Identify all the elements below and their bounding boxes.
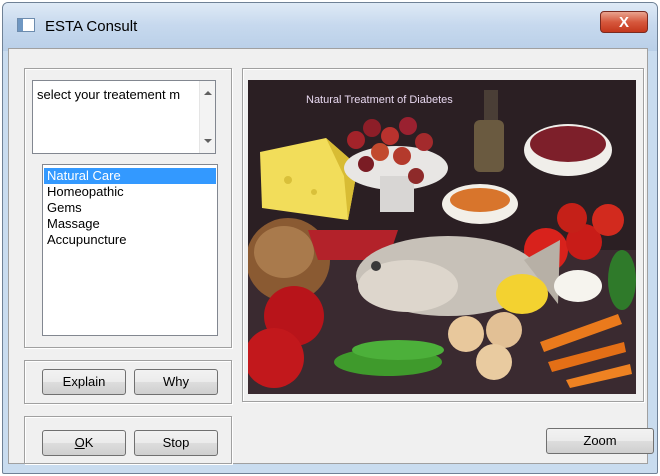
- prompt-text: select your treatement m: [37, 87, 181, 102]
- list-item-accupuncture[interactable]: Accupuncture: [44, 232, 216, 248]
- food-photo-illustration: [248, 80, 636, 394]
- scroll-down-arrow-icon[interactable]: [204, 139, 212, 143]
- picture-caption: Natural Treatment of Diabetes: [306, 94, 453, 106]
- ok-mnemonic: O: [74, 435, 85, 450]
- treatment-listbox[interactable]: Natural Care Homeopathic Gems Massage Ac…: [42, 164, 218, 336]
- list-item-gems[interactable]: Gems: [44, 200, 216, 216]
- scroll-up-arrow-icon[interactable]: [204, 91, 212, 95]
- close-button[interactable]: X: [600, 11, 648, 33]
- list-item-massage[interactable]: Massage: [44, 216, 216, 232]
- list-item-natural-care[interactable]: Natural Care: [44, 168, 216, 184]
- window-title: ESTA Consult: [45, 18, 138, 35]
- prompt-scrollbar[interactable]: [199, 81, 215, 153]
- treatment-picture: Natural Treatment of Diabetes: [248, 80, 636, 394]
- explain-button[interactable]: Explain: [42, 369, 126, 395]
- ok-label-rest: K: [84, 435, 94, 450]
- title-bar[interactable]: ESTA Consult X: [3, 3, 657, 51]
- prompt-textbox[interactable]: select your treatement m: [32, 80, 216, 154]
- app-window-icon: [17, 18, 35, 32]
- zoom-button[interactable]: Zoom: [546, 428, 654, 454]
- why-button[interactable]: Why: [134, 369, 218, 395]
- list-item-homeopathic[interactable]: Homeopathic: [44, 184, 216, 200]
- stop-button[interactable]: Stop: [134, 430, 218, 456]
- ok-button[interactable]: OK: [42, 430, 126, 456]
